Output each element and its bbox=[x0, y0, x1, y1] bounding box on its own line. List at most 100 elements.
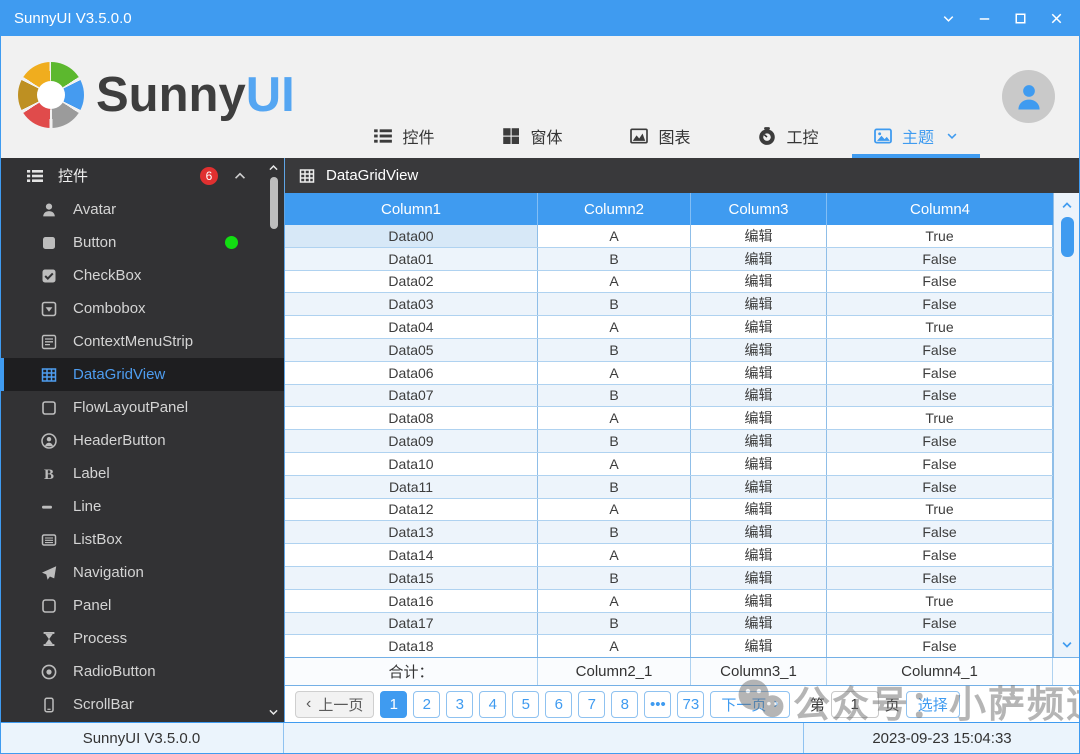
select-page-button[interactable]: 选择 bbox=[906, 691, 960, 718]
table-cell[interactable]: False bbox=[827, 453, 1053, 475]
page-number-input[interactable] bbox=[831, 691, 879, 718]
table-cell[interactable]: Data18 bbox=[285, 635, 538, 657]
table-cell[interactable]: Data08 bbox=[285, 407, 538, 429]
column-header-column2[interactable]: Column2 bbox=[538, 193, 691, 225]
scrollbar-thumb[interactable] bbox=[1061, 217, 1074, 257]
table-cell[interactable]: 编辑 bbox=[691, 590, 827, 612]
table-cell[interactable]: 编辑 bbox=[691, 339, 827, 361]
table-row[interactable]: Data12A编辑True bbox=[285, 499, 1053, 522]
table-row[interactable]: Data07B编辑False bbox=[285, 385, 1053, 408]
table-cell[interactable]: B bbox=[538, 613, 691, 635]
sidebar-header[interactable]: 控件 6 bbox=[0, 158, 284, 193]
table-cell[interactable]: B bbox=[538, 293, 691, 315]
table-cell[interactable]: 编辑 bbox=[691, 385, 827, 407]
titlebar-dropdown-button[interactable] bbox=[936, 6, 960, 30]
chevron-down-icon[interactable] bbox=[945, 129, 959, 143]
nav-tab-图表[interactable]: 图表 bbox=[596, 114, 724, 158]
table-row[interactable]: Data17B编辑False bbox=[285, 613, 1053, 636]
table-cell[interactable]: B bbox=[538, 339, 691, 361]
table-cell[interactable]: Data06 bbox=[285, 362, 538, 384]
sidebar-item-combobox[interactable]: Combobox bbox=[0, 292, 284, 325]
table-cell[interactable]: False bbox=[827, 385, 1053, 407]
sidebar-item-navigation[interactable]: Navigation bbox=[0, 556, 284, 589]
table-row[interactable]: Data06A编辑False bbox=[285, 362, 1053, 385]
chevron-up-icon[interactable] bbox=[232, 168, 248, 184]
table-cell[interactable]: False bbox=[827, 362, 1053, 384]
sidebar-item-radiobutton[interactable]: RadioButton bbox=[0, 655, 284, 688]
table-cell[interactable]: A bbox=[538, 225, 691, 247]
page-button-3[interactable]: 3 bbox=[446, 691, 473, 718]
table-cell[interactable]: B bbox=[538, 385, 691, 407]
table-cell[interactable]: Data04 bbox=[285, 316, 538, 338]
sidebar-item-label[interactable]: BLabel bbox=[0, 457, 284, 490]
close-button[interactable] bbox=[1044, 6, 1068, 30]
column-header-column3[interactable]: Column3 bbox=[691, 193, 827, 225]
table-row[interactable]: Data04A编辑True bbox=[285, 316, 1053, 339]
table-cell[interactable]: False bbox=[827, 430, 1053, 452]
table-cell[interactable]: 编辑 bbox=[691, 476, 827, 498]
table-cell[interactable]: A bbox=[538, 362, 691, 384]
table-cell[interactable]: Data02 bbox=[285, 271, 538, 293]
table-cell[interactable]: 编辑 bbox=[691, 430, 827, 452]
table-row[interactable]: Data18A编辑False bbox=[285, 635, 1053, 657]
table-cell[interactable]: Data03 bbox=[285, 293, 538, 315]
table-cell[interactable]: 编辑 bbox=[691, 407, 827, 429]
table-cell[interactable]: A bbox=[538, 407, 691, 429]
table-cell[interactable]: 编辑 bbox=[691, 271, 827, 293]
table-cell[interactable]: B bbox=[538, 567, 691, 589]
page-button-7[interactable]: 7 bbox=[578, 691, 605, 718]
nav-tab-窗体[interactable]: 窗体 bbox=[468, 114, 596, 158]
table-row[interactable]: Data01B编辑False bbox=[285, 248, 1053, 271]
table-row[interactable]: Data02A编辑False bbox=[285, 271, 1053, 294]
column-header-column1[interactable]: Column1 bbox=[285, 193, 538, 225]
page-button-2[interactable]: 2 bbox=[413, 691, 440, 718]
table-cell[interactable]: True bbox=[827, 499, 1053, 521]
page-button-8[interactable]: 8 bbox=[611, 691, 638, 718]
sidebar-scrollbar[interactable] bbox=[265, 161, 282, 719]
table-row[interactable]: Data09B编辑False bbox=[285, 430, 1053, 453]
prev-page-button[interactable]: ‹ 上一页 bbox=[295, 691, 374, 718]
table-cell[interactable]: A bbox=[538, 590, 691, 612]
table-cell[interactable]: Data14 bbox=[285, 544, 538, 566]
sidebar-item-panel[interactable]: Panel bbox=[0, 589, 284, 622]
sidebar-item-checkbox[interactable]: CheckBox bbox=[0, 259, 284, 292]
table-cell[interactable]: False bbox=[827, 339, 1053, 361]
minimize-button[interactable] bbox=[972, 6, 996, 30]
sidebar-item-avatar[interactable]: Avatar bbox=[0, 193, 284, 226]
maximize-button[interactable] bbox=[1008, 6, 1032, 30]
table-cell[interactable]: Data07 bbox=[285, 385, 538, 407]
column-header-column4[interactable]: Column4 bbox=[827, 193, 1053, 225]
table-cell[interactable]: 编辑 bbox=[691, 293, 827, 315]
table-row[interactable]: Data03B编辑False bbox=[285, 293, 1053, 316]
table-cell[interactable]: True bbox=[827, 590, 1053, 612]
page-button-6[interactable]: 6 bbox=[545, 691, 572, 718]
table-cell[interactable]: False bbox=[827, 635, 1053, 657]
table-cell[interactable]: False bbox=[827, 248, 1053, 270]
table-cell[interactable]: 编辑 bbox=[691, 499, 827, 521]
sidebar-item-listbox[interactable]: ListBox bbox=[0, 523, 284, 556]
page-button-5[interactable]: 5 bbox=[512, 691, 539, 718]
sidebar-item-scrollbar[interactable]: ScrollBar bbox=[0, 688, 284, 721]
table-cell[interactable]: False bbox=[827, 271, 1053, 293]
table-cell[interactable]: 编辑 bbox=[691, 544, 827, 566]
scroll-up-icon[interactable] bbox=[1060, 198, 1074, 212]
table-cell[interactable]: False bbox=[827, 293, 1053, 315]
table-cell[interactable]: 编辑 bbox=[691, 453, 827, 475]
table-row[interactable]: Data08A编辑True bbox=[285, 407, 1053, 430]
nav-tab-控件[interactable]: 控件 bbox=[340, 114, 468, 158]
sidebar-item-contextmenustrip[interactable]: ContextMenuStrip bbox=[0, 325, 284, 358]
table-cell[interactable]: Data17 bbox=[285, 613, 538, 635]
table-cell[interactable]: B bbox=[538, 248, 691, 270]
table-cell[interactable]: 编辑 bbox=[691, 521, 827, 543]
table-cell[interactable]: B bbox=[538, 476, 691, 498]
table-row[interactable]: Data14A编辑False bbox=[285, 544, 1053, 567]
table-cell[interactable]: 编辑 bbox=[691, 613, 827, 635]
table-cell[interactable]: Data11 bbox=[285, 476, 538, 498]
next-page-button[interactable]: 下一页 › bbox=[710, 691, 789, 718]
table-row[interactable]: Data16A编辑True bbox=[285, 590, 1053, 613]
scroll-up-icon[interactable] bbox=[267, 161, 280, 174]
table-cell[interactable]: Data00 bbox=[285, 225, 538, 247]
table-cell[interactable]: Data16 bbox=[285, 590, 538, 612]
table-cell[interactable]: A bbox=[538, 635, 691, 657]
sidebar-item-button[interactable]: Button bbox=[0, 226, 284, 259]
